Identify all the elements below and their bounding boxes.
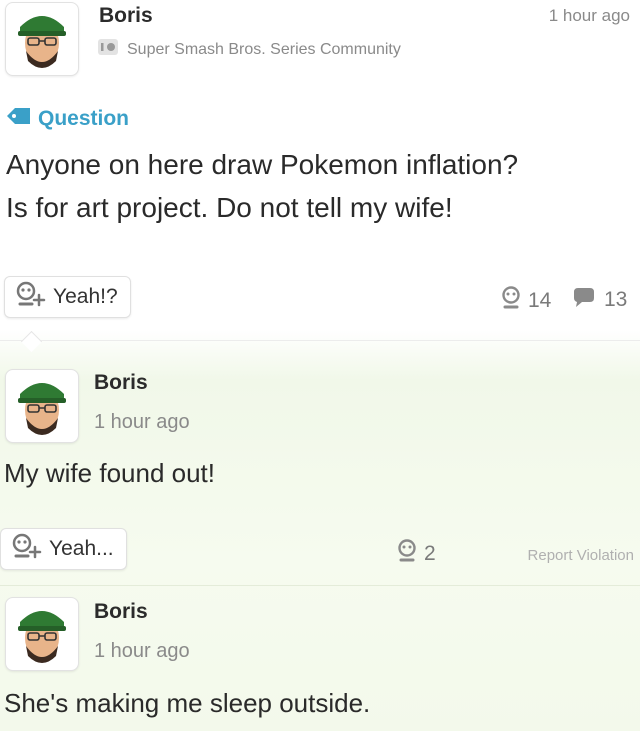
comment-count[interactable]: 14 [500,286,551,316]
community-icon [97,38,119,61]
comment-author-name[interactable]: Boris [94,600,148,624]
comment-divider [0,585,640,586]
yeah-button-label: Yeah!? [53,285,118,308]
report-violation-link[interactable]: Report Violation [528,547,634,564]
comment-author-name[interactable]: Boris [94,371,148,395]
yeah-hand-icon [500,286,522,316]
comment-count-value: 14 [528,289,552,312]
comment-body: My wife found out! [4,458,215,488]
question-tag: Question [6,107,129,131]
community-name: Super Smash Bros. Series Community [127,40,401,58]
comment-timestamp: 1 hour ago [94,640,190,662]
comment-body: She's making me sleep outside. [4,688,371,718]
tag-icon [6,107,32,131]
comment-pointer [20,330,43,353]
post-timestamp: 1 hour ago [548,6,630,25]
yeah-add-icon [15,280,47,314]
comment-yeah-count-value: 2 [424,542,436,565]
yeah-button-label: Yeah... [49,537,114,560]
comment-timestamp: 1 hour ago [94,411,190,433]
yeah-count[interactable]: 13 [572,286,627,314]
post-body-line-2: Is for art project. Do not tell my wife! [6,192,453,223]
post-body-line-1: Anyone on here draw Pokemon inflation? [6,149,519,180]
avatar[interactable] [5,597,79,671]
post-author-name[interactable]: Boris [99,4,153,28]
yeah-button[interactable]: Yeah... [0,528,127,570]
yeah-button[interactable]: Yeah!? [4,276,131,318]
tag-label: Question [38,107,130,130]
community-link[interactable]: Super Smash Bros. Series Community [97,38,401,61]
avatar[interactable] [5,369,79,443]
comment-icon [572,286,598,314]
yeah-count-value: 13 [604,288,628,311]
yeah-add-icon [11,532,43,566]
post-body: Anyone on here draw Pokemon inflation? I… [6,143,626,229]
post-divider [0,340,640,341]
comment-yeah-count[interactable]: 2 [396,539,436,569]
yeah-hand-icon [396,539,418,569]
avatar[interactable] [5,2,79,76]
